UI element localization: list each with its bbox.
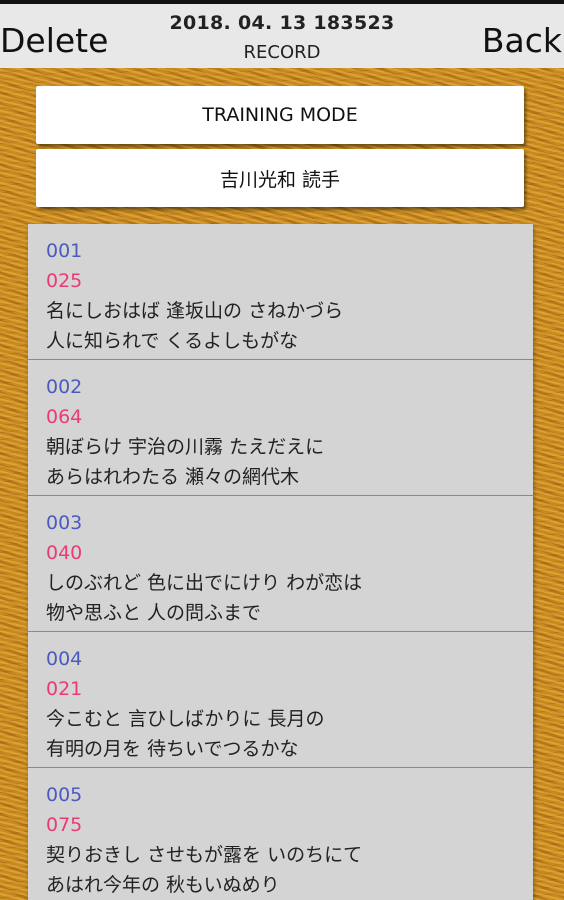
page-subtitle: RECORD [243,42,321,63]
poem-upper-line: 名にしおはば 逢坂山の さねかづら [46,300,344,322]
order-number: 002 [46,376,83,398]
record-list[interactable]: 001 025 名にしおはば 逢坂山の さねかづら 人に知られで くるよしもがな… [28,224,533,900]
training-mode-button[interactable]: TRAINING MODE [36,86,524,144]
poem-number: 040 [46,542,83,564]
order-number: 001 [46,240,83,262]
reader-button[interactable]: 吉川光和 読手 [36,149,524,207]
poem-upper-line: しのぶれど 色に出でにけり わが恋は [46,572,363,594]
list-item[interactable]: 003 040 しのぶれど 色に出でにけり わが恋は 物や思ふと 人の問ふまで [28,496,533,632]
list-item[interactable]: 004 021 今こむと 言ひしばかりに 長月の 有明の月を 待ちいでつるかな [28,632,533,768]
back-button[interactable]: Back [482,18,562,64]
poem-number: 075 [46,814,83,836]
poem-lower-line: 有明の月を 待ちいでつるかな [46,738,299,760]
list-item[interactable]: 001 025 名にしおはば 逢坂山の さねかづら 人に知られで くるよしもがな [28,224,533,360]
poem-lower-line: 人に知られで くるよしもがな [46,330,299,352]
order-number: 003 [46,512,83,534]
order-number: 004 [46,648,83,670]
poem-number: 021 [46,678,83,700]
list-item[interactable]: 002 064 朝ぼらけ 宇治の川霧 たえだえに あらはれわたる 瀬々の網代木 [28,360,533,496]
record-datetime: 2018. 04. 13 183523 [169,12,395,34]
order-number: 005 [46,784,83,806]
poem-upper-line: 契りおきし させもが露を いのちにて [46,844,363,866]
poem-lower-line: 物や思ふと 人の問ふまで [46,602,262,624]
top-bar: Delete 2018. 04. 13 183523 RECORD Back [0,0,564,68]
poem-number: 064 [46,406,83,428]
poem-lower-line: あらはれわたる 瀬々の網代木 [46,466,300,488]
poem-upper-line: 今こむと 言ひしばかりに 長月の [46,708,325,730]
poem-lower-line: あはれ今年の 秋もいぬめり [46,874,280,896]
poem-upper-line: 朝ぼらけ 宇治の川霧 たえだえに [46,436,325,458]
poem-number: 025 [46,270,83,292]
list-item[interactable]: 005 075 契りおきし させもが露を いのちにて あはれ今年の 秋もいぬめり [28,768,533,900]
